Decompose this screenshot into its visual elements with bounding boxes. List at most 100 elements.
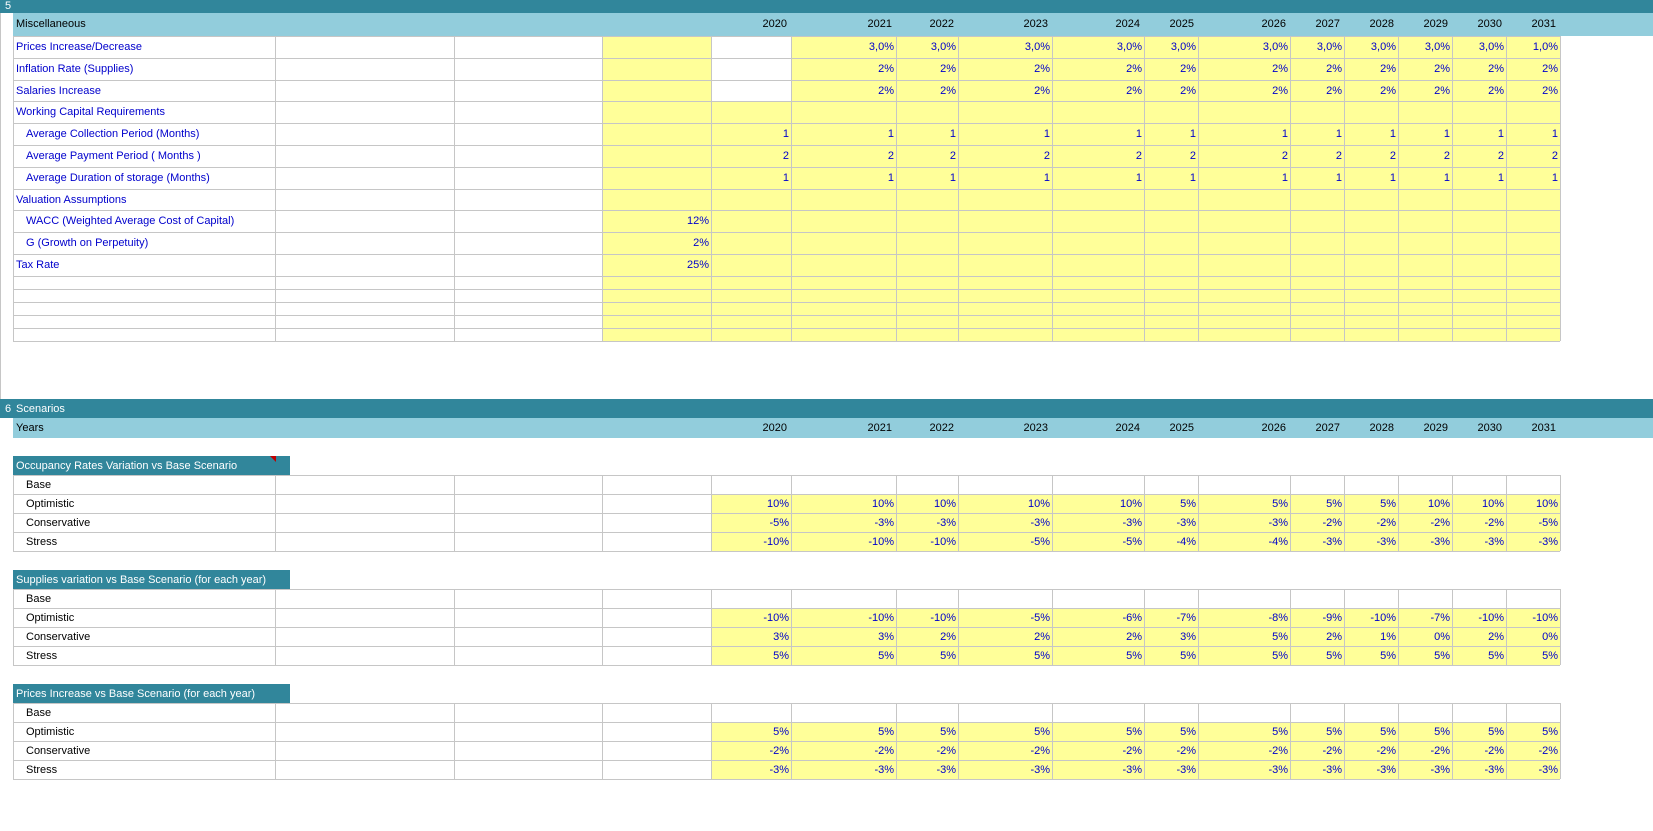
misc-cell[interactable]: 2%: [958, 63, 1050, 75]
scenario-cell[interactable]: 2%: [1290, 631, 1342, 643]
scenario-cell[interactable]: -5%: [1506, 517, 1558, 529]
misc-cell[interactable]: 2%: [1198, 85, 1288, 97]
misc-cell[interactable]: 1: [958, 172, 1050, 184]
misc-cell[interactable]: 1: [791, 128, 894, 140]
scenario-cell[interactable]: 2%: [1452, 631, 1504, 643]
misc-cell[interactable]: 2: [1506, 150, 1558, 162]
scenario-cell[interactable]: 1%: [1344, 631, 1396, 643]
scenario-cell[interactable]: 5%: [1398, 650, 1450, 662]
scenario-cell[interactable]: -10%: [791, 536, 894, 548]
misc-cell[interactable]: 2%: [791, 85, 894, 97]
scenario-cell[interactable]: -3%: [791, 764, 894, 776]
misc-cell[interactable]: 1: [711, 172, 789, 184]
scenario-cell[interactable]: -3%: [958, 517, 1050, 529]
misc-cell[interactable]: 2: [1452, 150, 1504, 162]
misc-cell[interactable]: 2%: [1398, 85, 1450, 97]
scenario-cell[interactable]: -9%: [1290, 612, 1342, 624]
scenario-cell[interactable]: -3%: [1198, 764, 1288, 776]
scenario-cell[interactable]: 5%: [1198, 650, 1288, 662]
scenario-cell[interactable]: -2%: [791, 745, 894, 757]
scenario-cell[interactable]: -2%: [1144, 745, 1196, 757]
scenario-cell[interactable]: 5%: [1052, 726, 1142, 738]
misc-cell[interactable]: 2%: [1144, 63, 1196, 75]
scenario-cell[interactable]: -8%: [1198, 612, 1288, 624]
scenario-cell[interactable]: -3%: [1398, 536, 1450, 548]
scenario-cell[interactable]: 5%: [1290, 726, 1342, 738]
scenario-cell[interactable]: -3%: [1344, 764, 1396, 776]
misc-cell[interactable]: 2: [1398, 150, 1450, 162]
scenario-cell[interactable]: 5%: [1144, 498, 1196, 510]
scenario-cell[interactable]: 5%: [1344, 498, 1396, 510]
scenario-cell[interactable]: 5%: [896, 650, 956, 662]
misc-cell[interactable]: 1: [1506, 128, 1558, 140]
misc-cell[interactable]: 1: [1452, 128, 1504, 140]
misc-cell[interactable]: 2%: [1052, 63, 1142, 75]
scenario-cell[interactable]: 5%: [958, 650, 1050, 662]
scenario-cell[interactable]: -3%: [1052, 764, 1142, 776]
scenario-cell[interactable]: 10%: [1052, 498, 1142, 510]
scenario-cell[interactable]: 5%: [1398, 726, 1450, 738]
scenario-cell[interactable]: 10%: [896, 498, 956, 510]
scenario-cell[interactable]: 5%: [1452, 650, 1504, 662]
scenario-cell[interactable]: 5%: [1290, 498, 1342, 510]
misc-cell[interactable]: 1: [1198, 128, 1288, 140]
scenario-cell[interactable]: 5%: [711, 726, 789, 738]
misc-cell[interactable]: 2%: [958, 85, 1050, 97]
scenario-cell[interactable]: 5%: [1506, 726, 1558, 738]
scenario-cell[interactable]: -5%: [958, 612, 1050, 624]
misc-cell[interactable]: 1: [896, 172, 956, 184]
misc-cell[interactable]: 2: [1052, 150, 1142, 162]
scenario-cell[interactable]: 10%: [958, 498, 1050, 510]
scenario-cell[interactable]: 2%: [958, 631, 1050, 643]
misc-cell[interactable]: 2: [711, 150, 789, 162]
misc-cell[interactable]: 2%: [1344, 63, 1396, 75]
misc-cell[interactable]: 2: [1144, 150, 1196, 162]
scenario-cell[interactable]: 5%: [1344, 726, 1396, 738]
misc-cell[interactable]: 1: [711, 128, 789, 140]
scenario-cell[interactable]: 5%: [1198, 498, 1288, 510]
scenario-cell[interactable]: -3%: [791, 517, 894, 529]
misc-cell[interactable]: 1: [1344, 172, 1396, 184]
scenario-cell[interactable]: 0%: [1398, 631, 1450, 643]
misc-cell[interactable]: 1: [1144, 128, 1196, 140]
misc-cell[interactable]: 1: [1452, 172, 1504, 184]
scenario-cell[interactable]: 10%: [1506, 498, 1558, 510]
scenario-cell[interactable]: 5%: [1506, 650, 1558, 662]
scenario-cell[interactable]: -5%: [711, 517, 789, 529]
misc-cell[interactable]: 3,0%: [1290, 41, 1342, 53]
misc-input-value[interactable]: 12%: [602, 215, 709, 227]
scenario-cell[interactable]: 5%: [1144, 726, 1196, 738]
misc-cell[interactable]: 3,0%: [1144, 41, 1196, 53]
scenario-cell[interactable]: -2%: [958, 745, 1050, 757]
misc-cell[interactable]: 3,0%: [1344, 41, 1396, 53]
misc-cell[interactable]: 2%: [896, 63, 956, 75]
misc-cell[interactable]: 1: [958, 128, 1050, 140]
scenario-cell[interactable]: -10%: [1452, 612, 1504, 624]
scenario-cell[interactable]: 3%: [791, 631, 894, 643]
misc-cell[interactable]: 1: [1506, 172, 1558, 184]
scenario-cell[interactable]: -3%: [1144, 764, 1196, 776]
scenario-cell[interactable]: -3%: [1290, 536, 1342, 548]
misc-cell[interactable]: 2: [1198, 150, 1288, 162]
scenario-cell[interactable]: -2%: [1398, 517, 1450, 529]
misc-cell[interactable]: 2%: [896, 85, 956, 97]
misc-cell[interactable]: 1: [1344, 128, 1396, 140]
misc-cell[interactable]: 3,0%: [1052, 41, 1142, 53]
scenario-cell[interactable]: -10%: [1506, 612, 1558, 624]
scenario-cell[interactable]: 5%: [1290, 650, 1342, 662]
scenario-cell[interactable]: -3%: [711, 764, 789, 776]
scenario-cell[interactable]: -3%: [1344, 536, 1396, 548]
scenario-cell[interactable]: -3%: [1052, 517, 1142, 529]
misc-cell[interactable]: 2%: [1506, 85, 1558, 97]
scenario-cell[interactable]: 5%: [791, 650, 894, 662]
misc-cell[interactable]: 3,0%: [1198, 41, 1288, 53]
scenario-cell[interactable]: 5%: [1198, 631, 1288, 643]
misc-cell[interactable]: 2: [1290, 150, 1342, 162]
scenario-cell[interactable]: 3%: [1144, 631, 1196, 643]
misc-cell[interactable]: 1: [1144, 172, 1196, 184]
scenario-cell[interactable]: -2%: [1452, 745, 1504, 757]
misc-cell[interactable]: 2%: [1052, 85, 1142, 97]
misc-cell[interactable]: 2%: [1452, 63, 1504, 75]
misc-input-value[interactable]: 2%: [602, 237, 709, 249]
scenario-cell[interactable]: 10%: [791, 498, 894, 510]
